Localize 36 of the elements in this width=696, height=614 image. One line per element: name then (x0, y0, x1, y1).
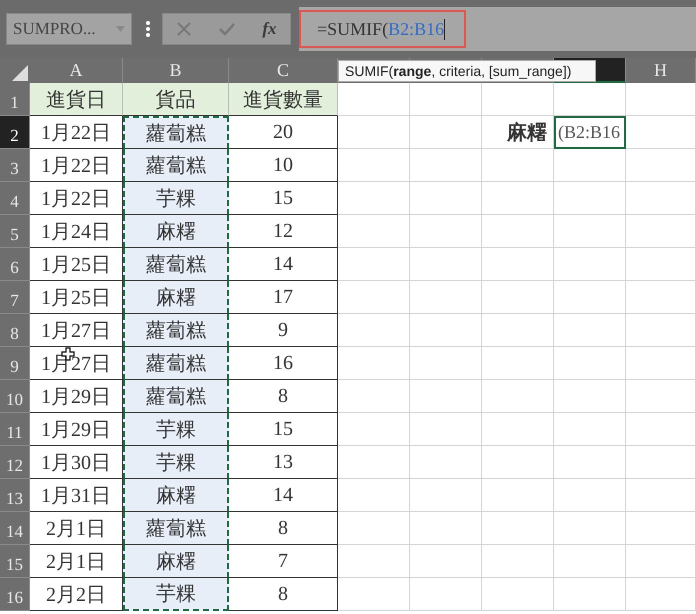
table-cell: 15 (229, 413, 338, 446)
name-box-text: SUMPRO... (13, 19, 96, 39)
table-cell: 8 (229, 512, 338, 545)
column-title: 進貨數量 (229, 83, 338, 116)
column-title: 進貨日 (30, 83, 123, 116)
table-cell: 麻糬 (123, 545, 229, 578)
table-cell: 13 (229, 446, 338, 479)
criteria-cell: 麻糬 (482, 116, 554, 149)
table-cell: 15 (229, 182, 338, 215)
table-cell: 蘿蔔糕 (123, 149, 229, 182)
table-cell: 蘿蔔糕 (123, 314, 229, 347)
table-cell: 10 (229, 149, 338, 182)
table-cell: 芋粿 (123, 413, 229, 446)
table-cell: 蘿蔔糕 (123, 248, 229, 281)
table-cell: 8 (229, 578, 338, 611)
table-cell: 12 (229, 215, 338, 248)
table-cell: 芋粿 (123, 446, 229, 479)
table-cell: 蘿蔔糕 (123, 380, 229, 413)
table-cell: 蘿蔔糕 (123, 116, 229, 149)
column-title: 貨品 (123, 83, 229, 116)
table-cell: 芋粿 (123, 578, 229, 611)
table-cell: 16 (229, 347, 338, 380)
table-cell: 9 (229, 314, 338, 347)
table-cell: 麻糬 (123, 281, 229, 314)
table-cell: 20 (229, 116, 338, 149)
table-cell: 17 (229, 281, 338, 314)
table-cell: 8 (229, 380, 338, 413)
table-cell: 14 (229, 479, 338, 512)
table-cell: 14 (229, 248, 338, 281)
table-cell: 麻糬 (123, 215, 229, 248)
table-cell: 芋粿 (123, 182, 229, 215)
function-tooltip: SUMIF(range, criteria, [sum_range]) (338, 60, 596, 82)
table-cell: 蘿蔔糕 (123, 347, 229, 380)
table-cell: 蘿蔔糕 (123, 512, 229, 545)
table-cell: 7 (229, 545, 338, 578)
table-cell: 麻糬 (123, 479, 229, 512)
